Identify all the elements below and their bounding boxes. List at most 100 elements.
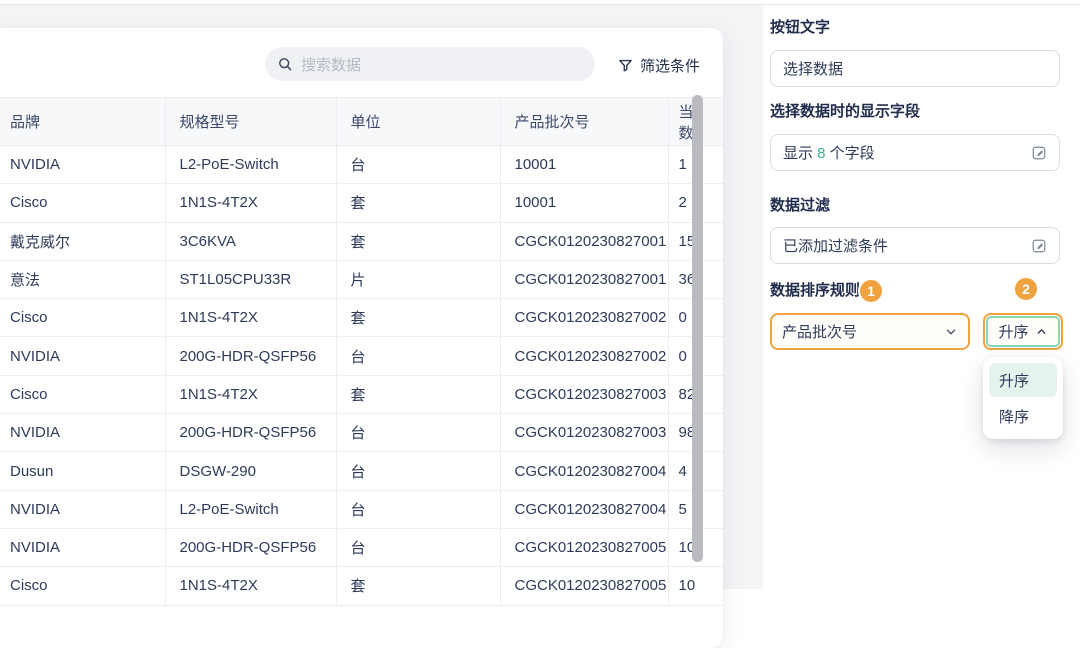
sort-order-value: 升序	[998, 321, 1028, 342]
display-fields-label: 选择数据时的显示字段	[770, 100, 920, 121]
table-row[interactable]: 意法ST1L05CPU33R片CGCK012023082700136	[0, 260, 723, 298]
table-cell: CGCK0120230827004	[500, 452, 668, 490]
table-cell: 1N1S-4T2X	[165, 375, 336, 413]
table-row[interactable]: NVIDIA200G-HDR-QSFP56台CGCK01202308270039…	[0, 414, 723, 452]
table-cell: 1N1S-4T2X	[165, 299, 336, 337]
table-cell: 10001	[500, 184, 668, 222]
funnel-icon	[617, 57, 634, 74]
filter-button-label: 筛选条件	[640, 55, 700, 76]
table-cell: CGCK0120230827002	[500, 337, 668, 375]
button-text-label: 按钮文字	[770, 16, 830, 37]
sort-field-dropdown[interactable]: 产品批次号	[770, 313, 970, 350]
table-cell: ST1L05CPU33R	[165, 260, 336, 298]
table-row[interactable]: 戴克威尔3C6KVA套CGCK012023082700115	[0, 222, 723, 260]
table-cell: NVIDIA	[0, 337, 165, 375]
table-cell: NVIDIA	[0, 490, 165, 528]
table-cell: 台	[336, 146, 500, 184]
data-picker-card: 搜索数据 筛选条件 品牌规格型号单位产品批次号当前数量 NVIDIAL2-PoE…	[0, 28, 723, 648]
table-cell: 台	[336, 452, 500, 490]
table-cell: CGCK0120230827005	[500, 567, 668, 605]
table-cell: 200G-HDR-QSFP56	[165, 337, 336, 375]
table-cell: 片	[336, 260, 500, 298]
column-header: 产品批次号	[500, 98, 668, 146]
table-cell: 套	[336, 299, 500, 337]
table-cell: 台	[336, 490, 500, 528]
table-cell: CGCK0120230827001	[500, 222, 668, 260]
table-cell: 200G-HDR-QSFP56	[165, 528, 336, 566]
table-cell: 10	[668, 567, 723, 605]
table-cell: 200G-HDR-QSFP56	[165, 414, 336, 452]
table-cell: 1N1S-4T2X	[165, 184, 336, 222]
table-row[interactable]: DusunDSGW-290台CGCK01202308270044	[0, 452, 723, 490]
table-cell: CGCK0120230827005	[500, 528, 668, 566]
table-cell: NVIDIA	[0, 414, 165, 452]
column-header: 品牌	[0, 98, 165, 146]
sort-field-value: 产品批次号	[782, 321, 944, 342]
table-cell: DSGW-290	[165, 452, 336, 490]
table-row[interactable]: Cisco1N1S-4T2X套100012	[0, 184, 723, 222]
table-cell: CGCK0120230827004	[500, 490, 668, 528]
table-cell: 套	[336, 375, 500, 413]
chevron-down-icon	[944, 325, 958, 339]
button-text-input[interactable]: 选择数据	[770, 50, 1060, 87]
table-cell: NVIDIA	[0, 146, 165, 184]
settings-panel: 按钮文字 选择数据 选择数据时的显示字段 显示 8 个字段 数据过滤 已添加过滤…	[763, 5, 1080, 589]
table-cell: 1N1S-4T2X	[165, 567, 336, 605]
column-header: 单位	[336, 98, 500, 146]
table-cell: 套	[336, 184, 500, 222]
sort-rules-label: 数据排序规则	[770, 279, 860, 300]
display-fields-count: 8	[817, 145, 825, 162]
table-cell: 3C6KVA	[165, 222, 336, 260]
table-row[interactable]: NVIDIA200G-HDR-QSFP56台CGCK01202308270020	[0, 337, 723, 375]
table-cell: Dusun	[0, 452, 165, 490]
table-cell: 套	[336, 567, 500, 605]
table-cell: 意法	[0, 260, 165, 298]
table-cell: CGCK0120230827001	[500, 260, 668, 298]
table-cell: Cisco	[0, 184, 165, 222]
display-fields-text: 显示 8 个字段	[783, 142, 875, 163]
menu-item-descending[interactable]: 降序	[989, 399, 1057, 433]
column-header: 规格型号	[165, 98, 336, 146]
table-row[interactable]: NVIDIA200G-HDR-QSFP56台CGCK01202308270051…	[0, 528, 723, 566]
edit-icon[interactable]	[1031, 145, 1047, 161]
sort-order-dropdown[interactable]: 升序	[983, 313, 1063, 350]
table-cell: Cisco	[0, 299, 165, 337]
table-cell: 套	[336, 222, 500, 260]
filter-button[interactable]: 筛选条件	[617, 53, 700, 77]
data-filter-value: 已添加过滤条件	[783, 235, 888, 256]
table-header-row: 品牌规格型号单位产品批次号当前数量	[0, 98, 723, 146]
step-badge-1: 1	[858, 278, 884, 304]
table-cell: Cisco	[0, 567, 165, 605]
search-placeholder: 搜索数据	[301, 54, 361, 75]
table-row[interactable]: Cisco1N1S-4T2X套CGCK01202308270020	[0, 299, 723, 337]
table-row[interactable]: NVIDIAL2-PoE-Switch台100011	[0, 146, 723, 184]
table-cell: CGCK0120230827003	[500, 414, 668, 452]
vertical-scrollbar[interactable]	[692, 95, 703, 562]
search-icon	[277, 56, 293, 72]
display-fields-box[interactable]: 显示 8 个字段	[770, 134, 1060, 171]
table-cell: Cisco	[0, 375, 165, 413]
table-body: NVIDIAL2-PoE-Switch台100011Cisco1N1S-4T2X…	[0, 146, 723, 606]
table-cell: NVIDIA	[0, 528, 165, 566]
table-cell: L2-PoE-Switch	[165, 490, 336, 528]
chevron-up-icon	[1035, 325, 1048, 338]
data-filter-box[interactable]: 已添加过滤条件	[770, 227, 1060, 264]
button-text-value: 选择数据	[783, 58, 843, 79]
table-cell: 台	[336, 337, 500, 375]
search-input[interactable]: 搜索数据	[265, 47, 595, 81]
table-cell: CGCK0120230827002	[500, 299, 668, 337]
step-badge-2: 2	[1013, 276, 1039, 302]
table-cell: 10001	[500, 146, 668, 184]
table-row[interactable]: Cisco1N1S-4T2X套CGCK012023082700510	[0, 567, 723, 605]
edit-icon[interactable]	[1031, 238, 1047, 254]
data-table: 品牌规格型号单位产品批次号当前数量 NVIDIAL2-PoE-Switch台10…	[0, 97, 723, 606]
table-cell: L2-PoE-Switch	[165, 146, 336, 184]
menu-item-ascending[interactable]: 升序	[989, 363, 1057, 397]
table-cell: 戴克威尔	[0, 222, 165, 260]
table-cell: CGCK0120230827003	[500, 375, 668, 413]
table-row[interactable]: Cisco1N1S-4T2X套CGCK012023082700382	[0, 375, 723, 413]
sort-order-menu: 升序 降序	[983, 357, 1063, 439]
table-cell: 台	[336, 414, 500, 452]
table-row[interactable]: NVIDIAL2-PoE-Switch台CGCK01202308270045	[0, 490, 723, 528]
table-cell: 台	[336, 528, 500, 566]
